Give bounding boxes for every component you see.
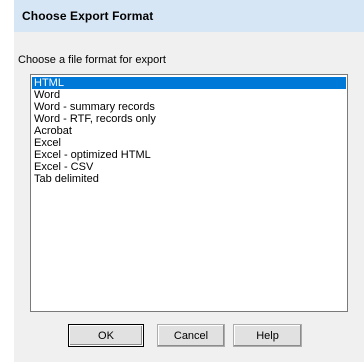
format-list-item[interactable]: Acrobat xyxy=(32,125,346,137)
cancel-button[interactable]: Cancel xyxy=(157,324,225,347)
format-prompt-label: Choose a file format for export xyxy=(18,54,166,66)
dialog-title: Choose Export Format xyxy=(22,9,154,23)
format-listbox[interactable]: HTML Word Word - summary records Word - … xyxy=(30,74,348,312)
format-list-item[interactable]: Word - summary records xyxy=(32,101,346,113)
format-list-item[interactable]: Excel xyxy=(32,137,346,149)
format-list-item[interactable]: Excel - CSV xyxy=(32,161,346,173)
export-format-dialog: Choose Export Format Choose a file forma… xyxy=(0,0,364,362)
help-button[interactable]: Help xyxy=(233,324,302,347)
format-list-item[interactable]: Excel - optimized HTML xyxy=(32,149,346,161)
ok-button[interactable]: OK xyxy=(68,324,144,347)
dialog-titlebar[interactable]: Choose Export Format xyxy=(14,0,364,32)
format-list-item[interactable]: Word - RTF, records only xyxy=(32,113,346,125)
format-list-item[interactable]: Tab delimited xyxy=(32,173,346,185)
format-list-item[interactable]: Word xyxy=(32,89,346,101)
format-list-item[interactable]: HTML xyxy=(32,77,346,89)
